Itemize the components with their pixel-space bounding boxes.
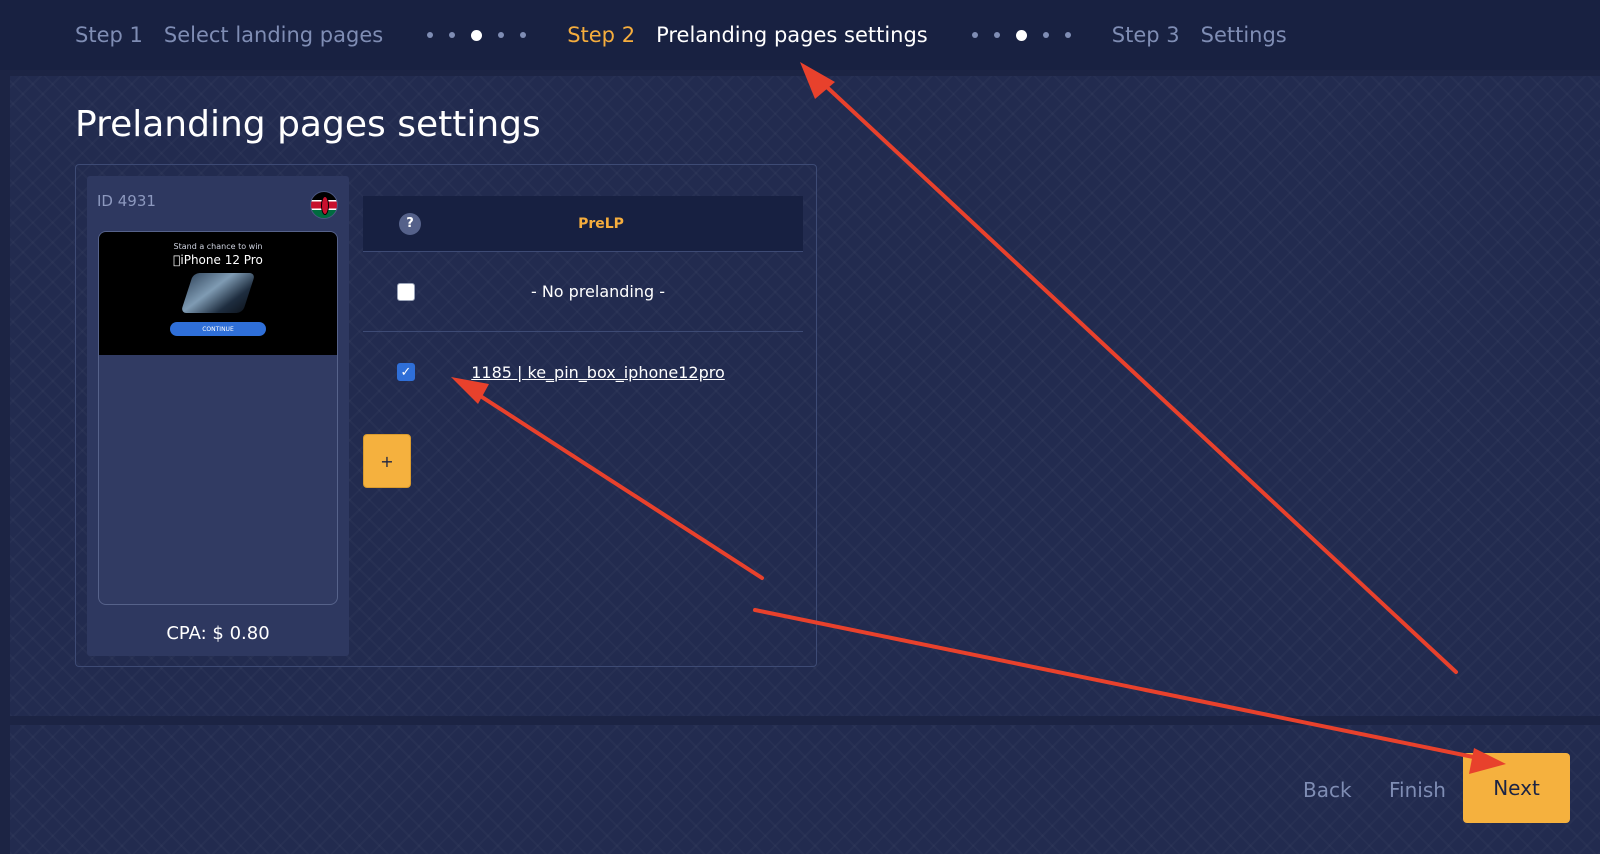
wizard-stepper: Step 1 Select landing pages Step 2 Prela… bbox=[0, 0, 1600, 70]
page-title: Prelanding pages settings bbox=[75, 104, 541, 145]
step-1-number: Step 1 bbox=[75, 23, 143, 47]
landing-id: ID 4931 bbox=[97, 192, 156, 210]
no-prelanding-label: - No prelanding - bbox=[530, 282, 666, 301]
add-prelanding-button[interactable]: + bbox=[363, 434, 411, 488]
step-3-title: Settings bbox=[1200, 23, 1287, 47]
preview-continue-button: CONTINUE bbox=[170, 322, 266, 336]
no-prelanding-checkbox[interactable] bbox=[397, 282, 415, 301]
step-3-number: Step 3 bbox=[1111, 23, 1180, 47]
wizard-footer bbox=[10, 725, 1600, 854]
prelp-column-header: PreLP bbox=[578, 215, 624, 232]
prelanding-table: ? PreLP - No prelanding - ✓ 1185 | ke_pi… bbox=[363, 196, 803, 412]
kenya-flag-icon bbox=[310, 191, 338, 219]
finish-button[interactable]: Finish bbox=[1389, 778, 1446, 802]
step-3[interactable]: Step 3 Settings bbox=[1112, 23, 1287, 47]
step-2-title: Prelanding pages settings bbox=[656, 23, 928, 47]
step-2-number: Step 2 bbox=[567, 23, 636, 47]
step-1-title: Select landing pages bbox=[163, 23, 384, 47]
step-2[interactable]: Step 2 Prelanding pages settings bbox=[567, 23, 928, 47]
back-button[interactable]: Back bbox=[1303, 778, 1352, 802]
table-header: ? PreLP bbox=[363, 196, 803, 252]
table-row: - No prelanding - bbox=[363, 252, 803, 332]
next-button[interactable]: Next bbox=[1463, 753, 1570, 823]
step-1[interactable]: Step 1 Select landing pages bbox=[75, 23, 383, 47]
preview-title: iPhone 12 Pro bbox=[173, 253, 263, 267]
phone-image bbox=[180, 273, 256, 313]
help-icon[interactable]: ? bbox=[399, 212, 421, 235]
prelanding-config-box: ID 4931 Stand a chance to win iPhone 12… bbox=[75, 164, 817, 667]
prelanding-1185-checkbox[interactable]: ✓ bbox=[397, 363, 415, 381]
cpa-value: CPA: $ 0.80 bbox=[166, 623, 270, 644]
step-separator-dots bbox=[964, 29, 1079, 41]
preview-subtitle: Stand a chance to win bbox=[173, 242, 263, 251]
step-separator-dots bbox=[419, 29, 534, 41]
landing-preview-thumbnail[interactable]: Stand a chance to win iPhone 12 Pro CON… bbox=[98, 231, 338, 605]
prelanding-1185-link[interactable]: 1185 | ke_pin_box_iphone12pro bbox=[415, 363, 803, 382]
table-row: ✓ 1185 | ke_pin_box_iphone12pro bbox=[363, 332, 803, 412]
landing-page-card: ID 4931 Stand a chance to win iPhone 12… bbox=[87, 176, 349, 656]
